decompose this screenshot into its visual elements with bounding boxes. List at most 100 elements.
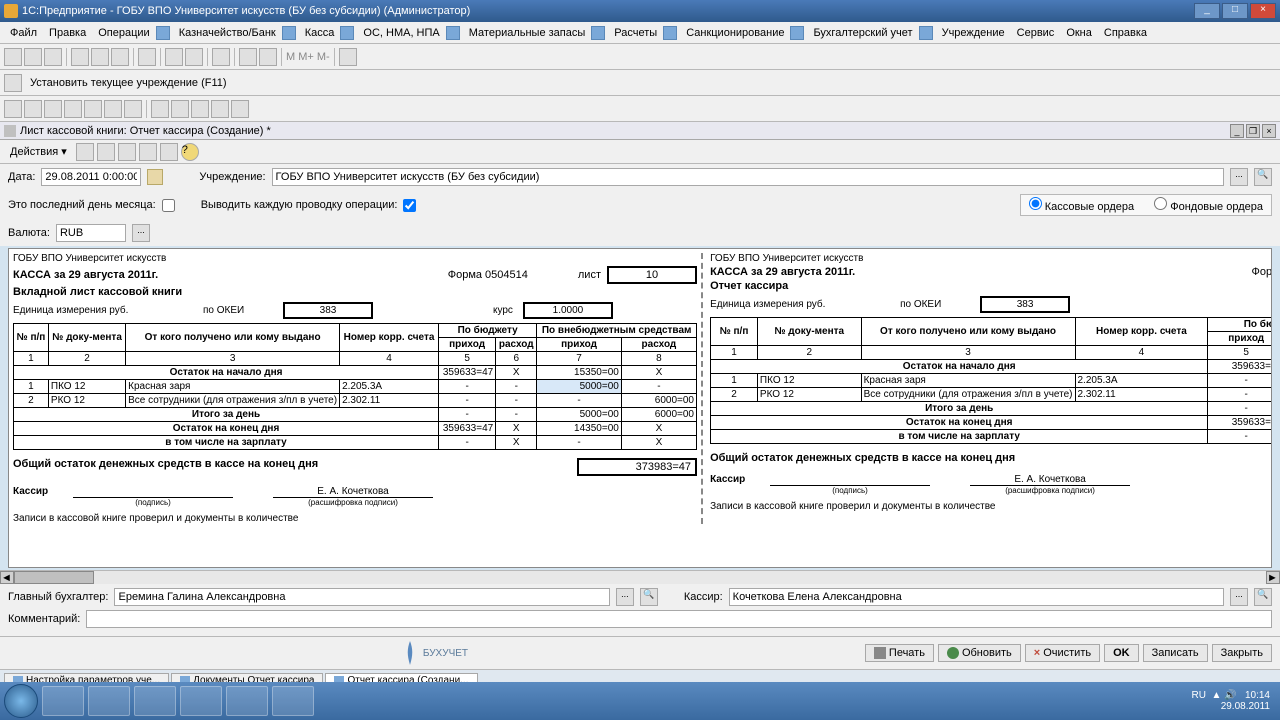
menu-accounting[interactable]: Бухгалтерский учет xyxy=(807,25,918,41)
cashier-search[interactable]: 🔍 xyxy=(1254,588,1272,606)
close-doc-button[interactable]: Закрыть xyxy=(1212,644,1272,662)
action-help[interactable]: ? xyxy=(181,143,199,161)
find-button[interactable] xyxy=(138,48,156,66)
menu-service[interactable]: Сервис xyxy=(1011,25,1061,41)
save-button[interactable] xyxy=(44,48,62,66)
icon-12[interactable] xyxy=(231,100,249,118)
set-org-button[interactable]: Установить текущее учреждение (F11) xyxy=(24,75,233,91)
kurs-label: курс xyxy=(493,305,513,316)
cashier-select[interactable]: ... xyxy=(1230,588,1248,606)
form-num: Форма 0504514 xyxy=(448,269,528,281)
chief-search[interactable]: 🔍 xyxy=(640,588,658,606)
hscrollbar[interactable]: ◄► xyxy=(0,570,1280,584)
icon-11[interactable] xyxy=(211,100,229,118)
icon-3[interactable] xyxy=(44,100,62,118)
paste-button[interactable] xyxy=(111,48,129,66)
records-text: Записи в кассовой книге проверил и докум… xyxy=(13,513,697,524)
org-search-button[interactable]: 🔍 xyxy=(1254,168,1272,186)
document-preview[interactable]: ГОБУ ВПО Университет искусств КАССА за 2… xyxy=(8,248,1272,568)
currency-input[interactable] xyxy=(56,224,126,242)
start-button[interactable] xyxy=(4,684,38,718)
undo-button[interactable] xyxy=(165,48,183,66)
redo-button[interactable] xyxy=(185,48,203,66)
menu-help[interactable]: Справка xyxy=(1098,25,1153,41)
currency-select-button[interactable]: ... xyxy=(132,224,150,242)
cashier-input[interactable] xyxy=(729,588,1224,606)
actions-menu[interactable]: Действия ▾ xyxy=(4,143,73,160)
task-chrome[interactable] xyxy=(134,686,176,716)
menu-operations[interactable]: Операции xyxy=(92,25,155,41)
action-4[interactable] xyxy=(139,143,157,161)
calendar-button[interactable] xyxy=(259,48,277,66)
clear-button[interactable]: ×Очистить xyxy=(1025,644,1100,662)
org-select-button[interactable]: ... xyxy=(1230,168,1248,186)
cut-button[interactable] xyxy=(71,48,89,66)
open-button[interactable] xyxy=(24,48,42,66)
ok-button[interactable]: OK xyxy=(1104,644,1139,662)
action-2[interactable] xyxy=(97,143,115,161)
org-input[interactable] xyxy=(272,168,1224,186)
menu-materials[interactable]: Материальные запасы xyxy=(463,25,592,41)
radio-cash[interactable]: Кассовые ордера xyxy=(1029,197,1135,213)
close-button[interactable]: × xyxy=(1250,3,1276,19)
icon-2[interactable] xyxy=(24,100,42,118)
icon-6[interactable] xyxy=(104,100,122,118)
doc-close[interactable]: × xyxy=(1262,124,1276,138)
table-row[interactable]: 1ПКО 12Красная заря2.205.3А--5000=00- xyxy=(14,380,697,394)
radio-fund[interactable]: Фондовые ордера xyxy=(1154,197,1263,213)
table-row[interactable]: 2РКО 12Все сотрудники (для отражения з/п… xyxy=(14,394,697,408)
task-ie[interactable] xyxy=(180,686,222,716)
icon-4[interactable] xyxy=(64,100,82,118)
menu-cash[interactable]: Касса xyxy=(299,25,341,41)
last-day-checkbox[interactable] xyxy=(162,199,175,212)
menu-calc[interactable]: Расчеты xyxy=(608,25,663,41)
save-doc-button[interactable]: Записать xyxy=(1143,644,1208,662)
maximize-button[interactable]: □ xyxy=(1222,3,1248,19)
doc-restore[interactable]: ❐ xyxy=(1246,124,1260,138)
menu-org[interactable]: Учреждение xyxy=(936,25,1011,41)
minimize-button[interactable]: _ xyxy=(1194,3,1220,19)
chief-label: Главный бухгалтер: xyxy=(8,591,108,603)
task-explorer[interactable] xyxy=(42,686,84,716)
task-1c[interactable] xyxy=(226,686,268,716)
print-button[interactable]: Печать xyxy=(865,644,934,662)
output-each-checkbox[interactable] xyxy=(403,199,416,212)
date-picker-button[interactable] xyxy=(147,169,163,185)
icon-7[interactable] xyxy=(124,100,142,118)
menu-file[interactable]: Файл xyxy=(4,25,43,41)
menu-sanction[interactable]: Санкционирование xyxy=(680,25,790,41)
unit-label: Единица измерения руб. xyxy=(13,305,203,316)
icon-5[interactable] xyxy=(84,100,102,118)
action-save[interactable] xyxy=(76,143,94,161)
org-button[interactable] xyxy=(4,74,22,92)
task-media[interactable] xyxy=(88,686,130,716)
chief-select[interactable]: ... xyxy=(616,588,634,606)
tray-lang[interactable]: RU xyxy=(1191,690,1205,701)
comment-input[interactable] xyxy=(86,610,1272,628)
comment-label: Комментарий: xyxy=(8,613,80,625)
icon-10[interactable] xyxy=(191,100,209,118)
action-5[interactable] xyxy=(160,143,178,161)
date-input[interactable] xyxy=(41,168,141,186)
settings-button[interactable] xyxy=(339,48,357,66)
icon-1[interactable] xyxy=(4,100,22,118)
doc-minimize[interactable]: _ xyxy=(1230,124,1244,138)
action-3[interactable] xyxy=(118,143,136,161)
copy-button[interactable] xyxy=(91,48,109,66)
cashier-label: Кассир: xyxy=(684,591,723,603)
help-button[interactable] xyxy=(212,48,230,66)
menu-treasury[interactable]: Казначейство/Банк xyxy=(173,25,282,41)
refresh-button[interactable]: Обновить xyxy=(938,644,1021,662)
menu-assets[interactable]: ОС, НМА, НПА xyxy=(357,25,445,41)
th-from: От кого получено или кому выдано xyxy=(126,324,340,352)
system-tray[interactable]: RU ▲ 🔊 10:14 29.08.2011 xyxy=(1191,690,1276,712)
chief-input[interactable] xyxy=(114,588,609,606)
doc-icon xyxy=(4,125,16,137)
icon-9[interactable] xyxy=(171,100,189,118)
task-camera[interactable] xyxy=(272,686,314,716)
icon-8[interactable] xyxy=(151,100,169,118)
calc-button[interactable] xyxy=(239,48,257,66)
new-doc-button[interactable] xyxy=(4,48,22,66)
menu-windows[interactable]: Окна xyxy=(1060,25,1098,41)
menu-edit[interactable]: Правка xyxy=(43,25,92,41)
